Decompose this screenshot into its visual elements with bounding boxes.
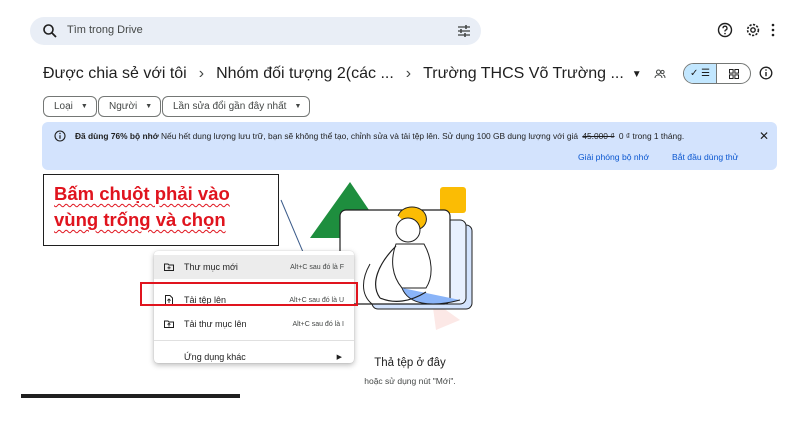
search-input[interactable]: Tìm trong Drive	[67, 24, 143, 36]
help-icon[interactable]	[717, 22, 733, 38]
list-view-button[interactable]: ✓ ☰	[684, 64, 718, 83]
search-icon	[43, 24, 57, 38]
menu-item-label: Thư mục mới	[184, 262, 238, 272]
upload-folder-icon	[164, 320, 174, 328]
menu-item-label: Ứng dụng khác	[184, 352, 246, 362]
old-price: 45.000 ₫	[582, 131, 615, 141]
filter-people-chip[interactable]: Người ▼	[98, 96, 162, 117]
view-toggle[interactable]: ✓ ☰	[683, 63, 751, 84]
context-menu: Thư mục mới Alt+C sau đó là F Tải tệp lê…	[154, 251, 354, 363]
dropdown-arrow-icon: ▼	[294, 103, 302, 110]
breadcrumb: Được chia sẻ với tôi › Nhóm đối tượng 2(…	[43, 63, 666, 85]
filter-type-label: Loại	[54, 101, 73, 112]
dropdown-arrow-icon: ▼	[80, 103, 88, 110]
menu-divider	[154, 340, 354, 341]
storage-banner: Đã dùng 76% bộ nhớ Nếu hết dung lượng lư…	[42, 122, 777, 170]
filter-modified-chip[interactable]: Lần sửa đổi gần đây nhất ▼	[162, 96, 311, 117]
drop-files-subtitle: hoặc sử dụng nút "Mới".	[364, 376, 456, 386]
menu-item-more-apps[interactable]: Ứng dụng khác ▶	[154, 345, 354, 369]
filter-people-label: Người	[109, 101, 138, 112]
filter-modified-label: Lần sửa đổi gần đây nhất	[173, 101, 287, 112]
info-icon[interactable]	[759, 66, 773, 80]
shared-people-icon[interactable]	[654, 68, 666, 80]
free-up-storage-link[interactable]: Giải phóng bộ nhớ	[578, 152, 649, 162]
instruction-callout: Bấm chuột phải vào vùng trống và chọn	[43, 174, 279, 246]
menu-item-new-folder[interactable]: Thư mục mới Alt+C sau đó là F	[154, 255, 354, 279]
list-icon: ☰	[701, 68, 711, 79]
menu-item-label: Tải thư mục lên	[184, 319, 247, 329]
start-trial-link[interactable]: Bắt đầu dùng thử	[672, 152, 738, 162]
menu-item-shortcut: Alt+C sau đó là I	[292, 320, 344, 328]
search-bar[interactable]: Tìm trong Drive	[30, 17, 481, 45]
info-icon	[54, 130, 66, 142]
dropdown-arrow-icon: ▼	[145, 103, 153, 110]
more-icon[interactable]	[769, 22, 777, 38]
new-folder-icon	[164, 263, 174, 271]
breadcrumb-group-folder[interactable]: Nhóm đối tượng 2(các ...	[216, 65, 394, 83]
highlight-box	[140, 282, 358, 306]
banner-message: Đã dùng 76% bộ nhớ Nếu hết dung lượng lư…	[75, 131, 684, 141]
breadcrumb-shared-with-me[interactable]: Được chia sẻ với tôi	[43, 65, 187, 83]
settings-icon[interactable]	[745, 22, 761, 38]
close-icon[interactable]: ✕	[759, 129, 769, 143]
menu-item-upload-folder[interactable]: Tải thư mục lên Alt+C sau đó là I	[154, 312, 354, 336]
instruction-line-2: vùng trống và chọn	[54, 209, 226, 230]
breadcrumb-separator: ›	[198, 65, 205, 82]
new-price: 0 ₫ trong 1 tháng.	[618, 131, 685, 141]
filter-type-chip[interactable]: Loại ▼	[43, 96, 97, 117]
search-options-icon[interactable]	[457, 24, 471, 38]
instruction-line-1: Bấm chuột phải vào	[54, 183, 230, 204]
storage-usage-text: Đã dùng 76% bộ nhớ	[75, 131, 159, 141]
bottom-scrollbar	[21, 394, 240, 398]
breadcrumb-current-folder[interactable]: Trường THCS Võ Trường ...	[423, 65, 624, 83]
chevron-down-icon[interactable]: ▼	[632, 69, 642, 80]
submenu-arrow-icon: ▶	[336, 354, 342, 361]
grid-view-button[interactable]	[717, 64, 750, 83]
banner-text: Nếu hết dung lượng lưu trữ, bạn sẽ không…	[160, 131, 578, 141]
grid-icon	[728, 68, 739, 79]
menu-item-shortcut: Alt+C sau đó là F	[290, 263, 344, 271]
breadcrumb-separator: ›	[405, 65, 412, 82]
check-icon: ✓	[689, 68, 699, 79]
